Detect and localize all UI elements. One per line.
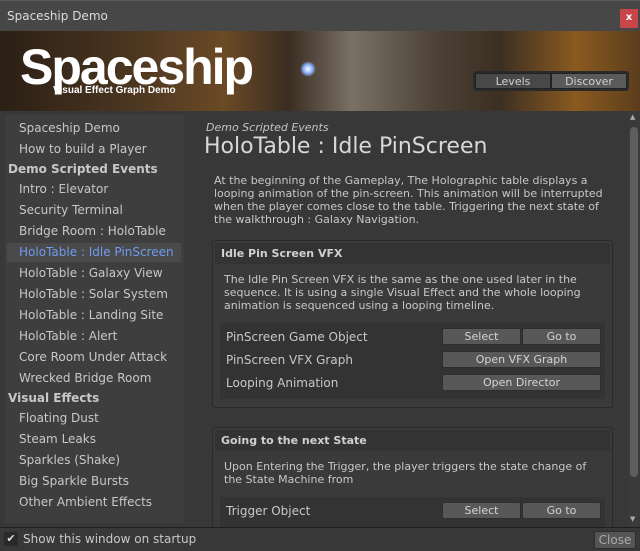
action-row: Looping Animation Open Director	[220, 372, 605, 395]
section-box: Going to the next State Upon Entering th…	[212, 427, 613, 527]
sidebar: Spaceship Demo How to build a Player Demo …	[5, 115, 184, 523]
tab-levels[interactable]: Levels	[475, 73, 551, 89]
sidebar-item-selected[interactable]: HoloTable : Idle PinScreen	[7, 243, 181, 262]
action-row: PinScreen VFX Graph Open VFX Graph	[220, 349, 605, 372]
mode-toggle: Levels Discover	[473, 71, 629, 91]
go-to-button[interactable]: Go to	[522, 502, 601, 519]
vertical-scrollbar[interactable]: ▲ ▼	[628, 111, 640, 527]
scroll-up-icon[interactable]: ▲	[630, 113, 635, 121]
show-on-startup-checkbox[interactable]: ✔	[4, 532, 18, 546]
sidebar-item[interactable]: HoloTable : Galaxy View	[19, 266, 163, 280]
light-glow	[300, 61, 316, 77]
row-label: PinScreen Game Object	[226, 330, 368, 344]
sidebar-item[interactable]: Floating Dust	[19, 411, 99, 425]
section-title: Idle Pin Screen VFX	[215, 243, 610, 264]
logo-subtitle: Visual Effect Graph Demo	[53, 85, 176, 96]
select-button[interactable]: Select	[442, 502, 521, 519]
sidebar-section-header: Demo Scripted Events	[8, 162, 158, 176]
sidebar-item[interactable]: Security Terminal	[19, 203, 123, 217]
go-to-button[interactable]: Go to	[522, 328, 601, 345]
tab-discover[interactable]: Discover	[551, 73, 627, 89]
sidebar-item[interactable]: HoloTable : Landing Site	[19, 308, 163, 322]
content-panel: Demo Scripted Events HoloTable : Idle Pi…	[200, 111, 628, 527]
close-button[interactable]: Close	[594, 531, 636, 549]
sidebar-item[interactable]: Sparkles (Shake)	[19, 453, 120, 467]
section-rows: Trigger Object Select Go to	[220, 497, 605, 527]
scrollbar-thumb[interactable]	[630, 127, 638, 477]
breadcrumb: Demo Scripted Events	[206, 121, 329, 134]
sidebar-item[interactable]: Intro : Elevator	[19, 182, 108, 196]
section-text: Upon Entering the Trigger, the player tr…	[224, 460, 587, 486]
page-title: HoloTable : Idle PinScreen	[204, 134, 488, 159]
sidebar-item[interactable]: HoloTable : Solar System	[19, 287, 168, 301]
sidebar-item[interactable]: HoloTable : Alert	[19, 329, 117, 343]
row-label: Trigger Object	[226, 504, 311, 518]
intro-text: At the beginning of the Gameplay, The Ho…	[214, 174, 603, 226]
sidebar-item[interactable]: Bridge Room : HoloTable	[19, 224, 166, 238]
title-bar: Spaceship Demo x	[0, 0, 640, 31]
footer: ✔ Show this window on startup Close	[0, 527, 640, 551]
header-banner: Spaceship Visual Effect Graph Demo Level…	[0, 31, 640, 111]
show-on-startup-label: Show this window on startup	[23, 532, 197, 546]
scroll-down-icon[interactable]: ▼	[630, 515, 635, 523]
row-label: PinScreen VFX Graph	[226, 353, 353, 367]
section-rows: PinScreen Game Object Select Go to PinScree…	[220, 323, 605, 399]
action-row: PinScreen Game Object Select Go to	[220, 326, 605, 349]
open-director-button[interactable]: Open Director	[442, 374, 601, 391]
sidebar-item[interactable]: Other Ambient Effects	[19, 495, 152, 509]
select-button[interactable]: Select	[442, 328, 521, 345]
action-row: Trigger Object Select Go to	[220, 500, 605, 523]
sidebar-item[interactable]: Wrecked Bridge Room	[19, 371, 151, 385]
sidebar-item[interactable]: Steam Leaks	[19, 432, 96, 446]
sidebar-item[interactable]: Core Room Under Attack	[19, 350, 167, 364]
section-box: Idle Pin Screen VFX The Idle Pin Screen …	[212, 240, 613, 408]
section-title: Going to the next State	[215, 430, 610, 451]
sidebar-item-label: HoloTable : Idle PinScreen	[19, 245, 174, 259]
open-vfx-graph-button[interactable]: Open VFX Graph	[442, 351, 601, 368]
row-label: Looping Animation	[226, 376, 339, 390]
sidebar-item[interactable]: Spaceship Demo	[19, 121, 120, 135]
window-close-button[interactable]: x	[620, 9, 638, 28]
section-text: The Idle Pin Screen VFX is the same as t…	[224, 273, 581, 312]
sidebar-item[interactable]: How to build a Player	[19, 142, 147, 156]
sidebar-section-header: Visual Effects	[8, 391, 100, 405]
window-title: Spaceship Demo	[7, 9, 108, 23]
sidebar-item[interactable]: Big Sparkle Bursts	[19, 474, 129, 488]
